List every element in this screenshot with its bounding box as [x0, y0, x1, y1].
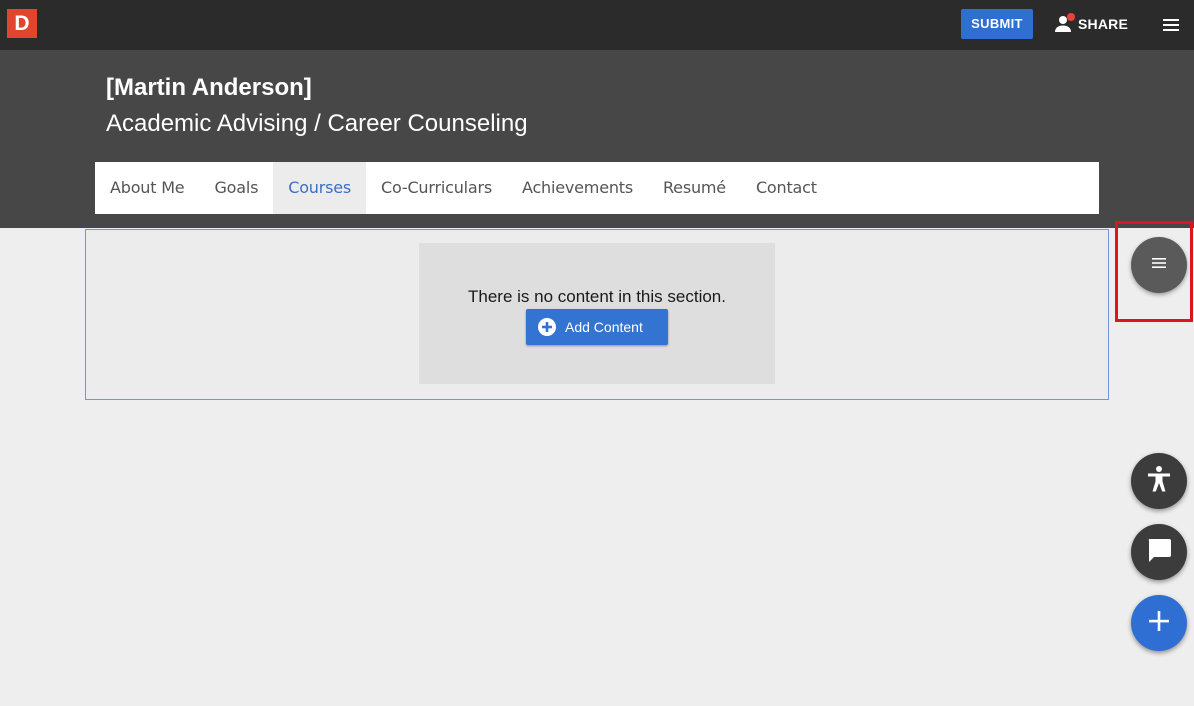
add-content-button[interactable]: Add Content — [526, 309, 668, 345]
add-content-label: Add Content — [565, 319, 643, 335]
profile-name: [Martin Anderson] — [106, 74, 312, 101]
plus-circle-icon — [538, 318, 556, 336]
empty-message: There is no content in this section. — [468, 287, 726, 306]
share-label: SHARE — [1078, 16, 1129, 32]
chat-button[interactable] — [1131, 524, 1187, 580]
share-button[interactable]: SHARE — [1054, 12, 1128, 36]
portfolio-tabs: About Me Goals Courses Co-Curriculars Ac… — [95, 162, 1099, 214]
accessibility-icon — [1144, 464, 1174, 499]
submit-button[interactable]: SUBMIT — [961, 9, 1033, 39]
accessibility-button[interactable] — [1131, 453, 1187, 509]
section-menu-icon — [1151, 255, 1167, 276]
chat-icon — [1144, 535, 1174, 570]
add-button[interactable] — [1131, 595, 1187, 651]
tab-co-curriculars[interactable]: Co-Curriculars — [366, 162, 507, 214]
top-bar: D SUBMIT SHARE — [0, 0, 1194, 50]
tab-about-me[interactable]: About Me — [95, 162, 199, 214]
tab-contact[interactable]: Contact — [741, 162, 832, 214]
hamburger-menu-icon[interactable] — [1160, 14, 1182, 36]
tab-courses[interactable]: Courses — [273, 162, 367, 214]
tab-goals[interactable]: Goals — [199, 162, 273, 214]
page-body — [0, 400, 1194, 706]
notification-dot — [1067, 13, 1075, 21]
profile-program: Academic Advising / Career Counseling — [106, 110, 528, 137]
section-menu-button[interactable] — [1131, 237, 1187, 293]
tab-achievements[interactable]: Achievements — [507, 162, 648, 214]
plus-icon — [1147, 609, 1171, 638]
tab-resume[interactable]: Resumé — [648, 162, 741, 214]
person-icon — [1054, 13, 1075, 33]
app-logo[interactable]: D — [7, 9, 37, 38]
